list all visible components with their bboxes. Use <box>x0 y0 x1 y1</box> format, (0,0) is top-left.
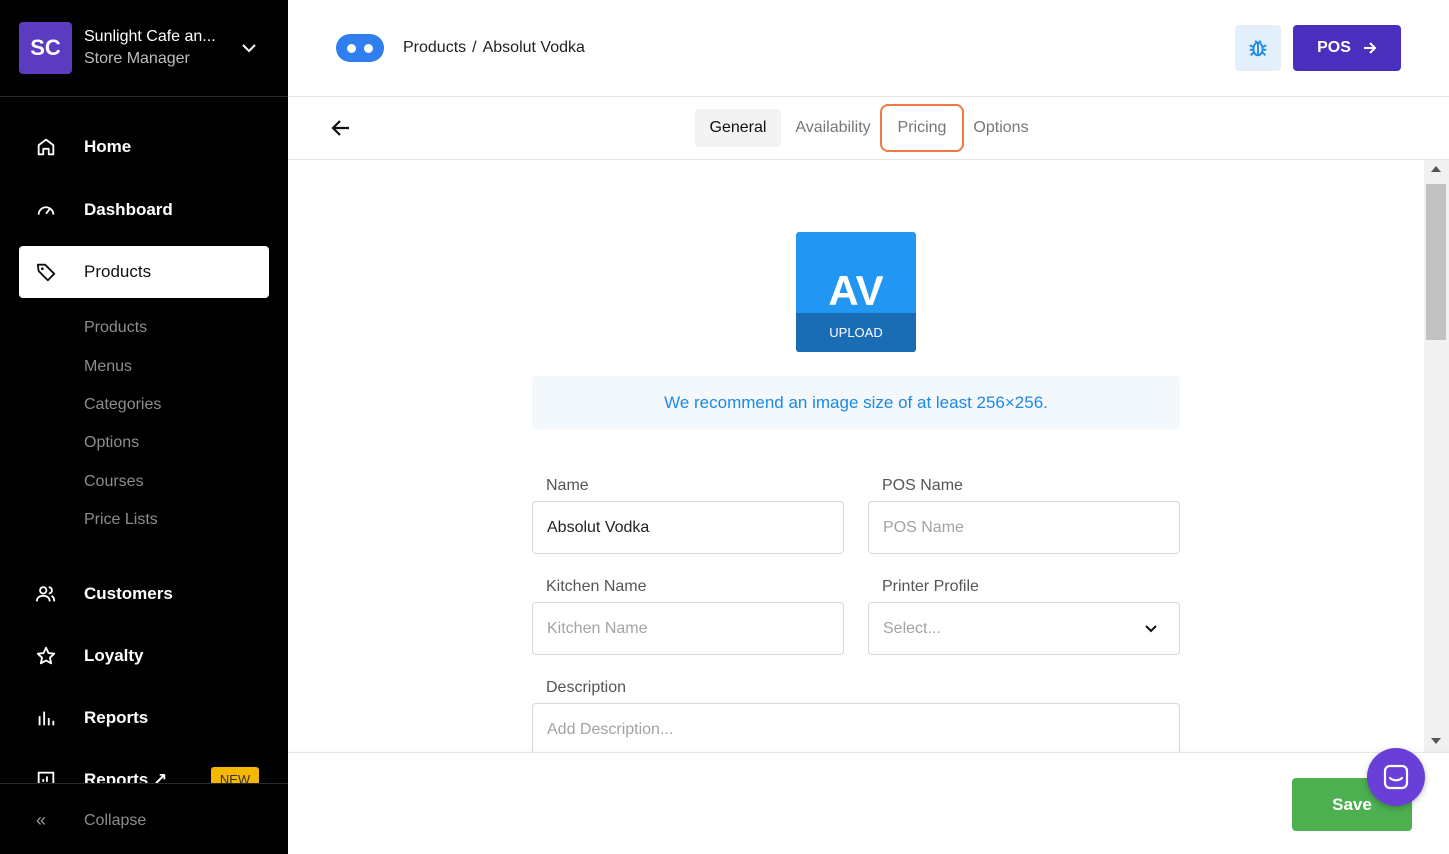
subnav-item-categories[interactable]: Categories <box>84 396 161 414</box>
breadcrumb-current: Absolut Vodka <box>482 39 585 56</box>
tab-pricing[interactable]: Pricing <box>880 104 964 152</box>
subnav-item-courses[interactable]: Courses <box>84 473 144 491</box>
scroll-up-icon[interactable] <box>1431 166 1441 172</box>
sidebar-item-label: Home <box>84 137 132 156</box>
sidebar-item-dashboard[interactable]: Dashboard <box>19 184 269 236</box>
subnav-item-options[interactable]: Options <box>84 434 139 452</box>
printer-profile-select[interactable]: Select... <box>868 602 1180 655</box>
arrow-right-icon <box>1363 42 1377 54</box>
sidebar-item-products[interactable]: Products <box>19 246 269 298</box>
subnav-item-menus[interactable]: Menus <box>84 358 132 376</box>
product-form: AV UPLOAD We recommend an image size of … <box>288 160 1424 752</box>
name-label: Name <box>546 477 589 494</box>
sidebar-divider <box>0 96 288 97</box>
sidebar-item-reports[interactable]: Reports <box>19 692 269 744</box>
star-icon <box>19 645 73 667</box>
tabs-bar: General Availability Pricing Options <box>288 97 1449 160</box>
printer-profile-label: Printer Profile <box>882 578 979 595</box>
pos-label: POS <box>1317 39 1351 56</box>
sidebar-item-label: Products <box>84 262 152 281</box>
kitchen-name-field[interactable]: Kitchen Name <box>532 602 844 655</box>
chevron-down-icon[interactable] <box>239 38 259 58</box>
users-icon <box>19 583 73 605</box>
home-icon <box>19 136 73 158</box>
product-initials: AV <box>828 267 884 314</box>
description-field[interactable]: Add Description... <box>532 703 1180 752</box>
app-logo[interactable] <box>336 34 384 62</box>
sidebar-item-label: Reports <box>84 708 149 727</box>
collapse-button[interactable]: « Collapse <box>0 783 288 854</box>
sidebar-item-home[interactable]: Home <box>19 121 269 173</box>
scroll-down-icon[interactable] <box>1431 738 1441 744</box>
printer-profile-value: Select... <box>883 620 941 637</box>
gauge-icon <box>19 199 73 221</box>
image-size-hint: We recommend an image size of at least 2… <box>532 376 1180 429</box>
store-switcher[interactable]: SC Sunlight Cafe an... Store Manager <box>19 22 269 74</box>
arrow-left-icon[interactable] <box>330 117 352 139</box>
tab-general[interactable]: General <box>695 109 781 147</box>
tab-options[interactable]: Options <box>966 109 1036 147</box>
sidebar-item-label: Customers <box>84 584 173 603</box>
upload-label: UPLOAD <box>796 313 916 352</box>
sidebar-item-label: Dashboard <box>84 200 173 219</box>
kitchen-name-label: Kitchen Name <box>546 578 647 595</box>
description-label: Description <box>546 679 627 696</box>
sidebar: SC Sunlight Cafe an... Store Manager Hom… <box>0 0 288 854</box>
pos-name-field[interactable]: POS Name <box>868 501 1180 554</box>
image-upload[interactable]: AV UPLOAD <box>796 232 916 352</box>
chat-icon <box>1383 764 1409 790</box>
breadcrumb-separator: / <box>472 39 477 56</box>
pos-button[interactable]: POS <box>1293 25 1401 71</box>
chat-launcher-button[interactable] <box>1367 748 1425 806</box>
breadcrumb-root[interactable]: Products <box>403 39 466 57</box>
sidebar-item-customers[interactable]: Customers <box>19 568 269 620</box>
double-chevron-left-icon: « <box>36 810 47 830</box>
store-avatar: SC <box>19 22 72 74</box>
bug-report-button[interactable] <box>1235 25 1281 71</box>
scrollbar[interactable] <box>1424 160 1449 752</box>
pos-name-label: POS Name <box>882 477 963 494</box>
breadcrumb: Products / Absolut Vodka <box>403 39 585 57</box>
bug-icon <box>1249 40 1267 57</box>
sidebar-item-label: Loyalty <box>84 646 144 665</box>
subnav-item-price-lists[interactable]: Price Lists <box>84 511 158 529</box>
store-role: Store Manager <box>84 50 190 67</box>
name-field[interactable]: Absolut Vodka <box>532 501 844 554</box>
tag-icon <box>19 261 73 283</box>
form-footer: Save <box>288 752 1449 854</box>
subnav-item-products[interactable]: Products <box>84 319 147 337</box>
tab-availability[interactable]: Availability <box>788 109 878 147</box>
collapse-label: Collapse <box>84 812 147 829</box>
sidebar-item-loyalty[interactable]: Loyalty <box>19 630 269 682</box>
store-name: Sunlight Cafe an... <box>84 28 216 45</box>
bar-chart-icon <box>19 707 73 729</box>
chevron-down-icon <box>1145 625 1157 633</box>
top-header: Products / Absolut Vodka POS <box>288 0 1449 97</box>
scroll-thumb[interactable] <box>1426 184 1446 340</box>
